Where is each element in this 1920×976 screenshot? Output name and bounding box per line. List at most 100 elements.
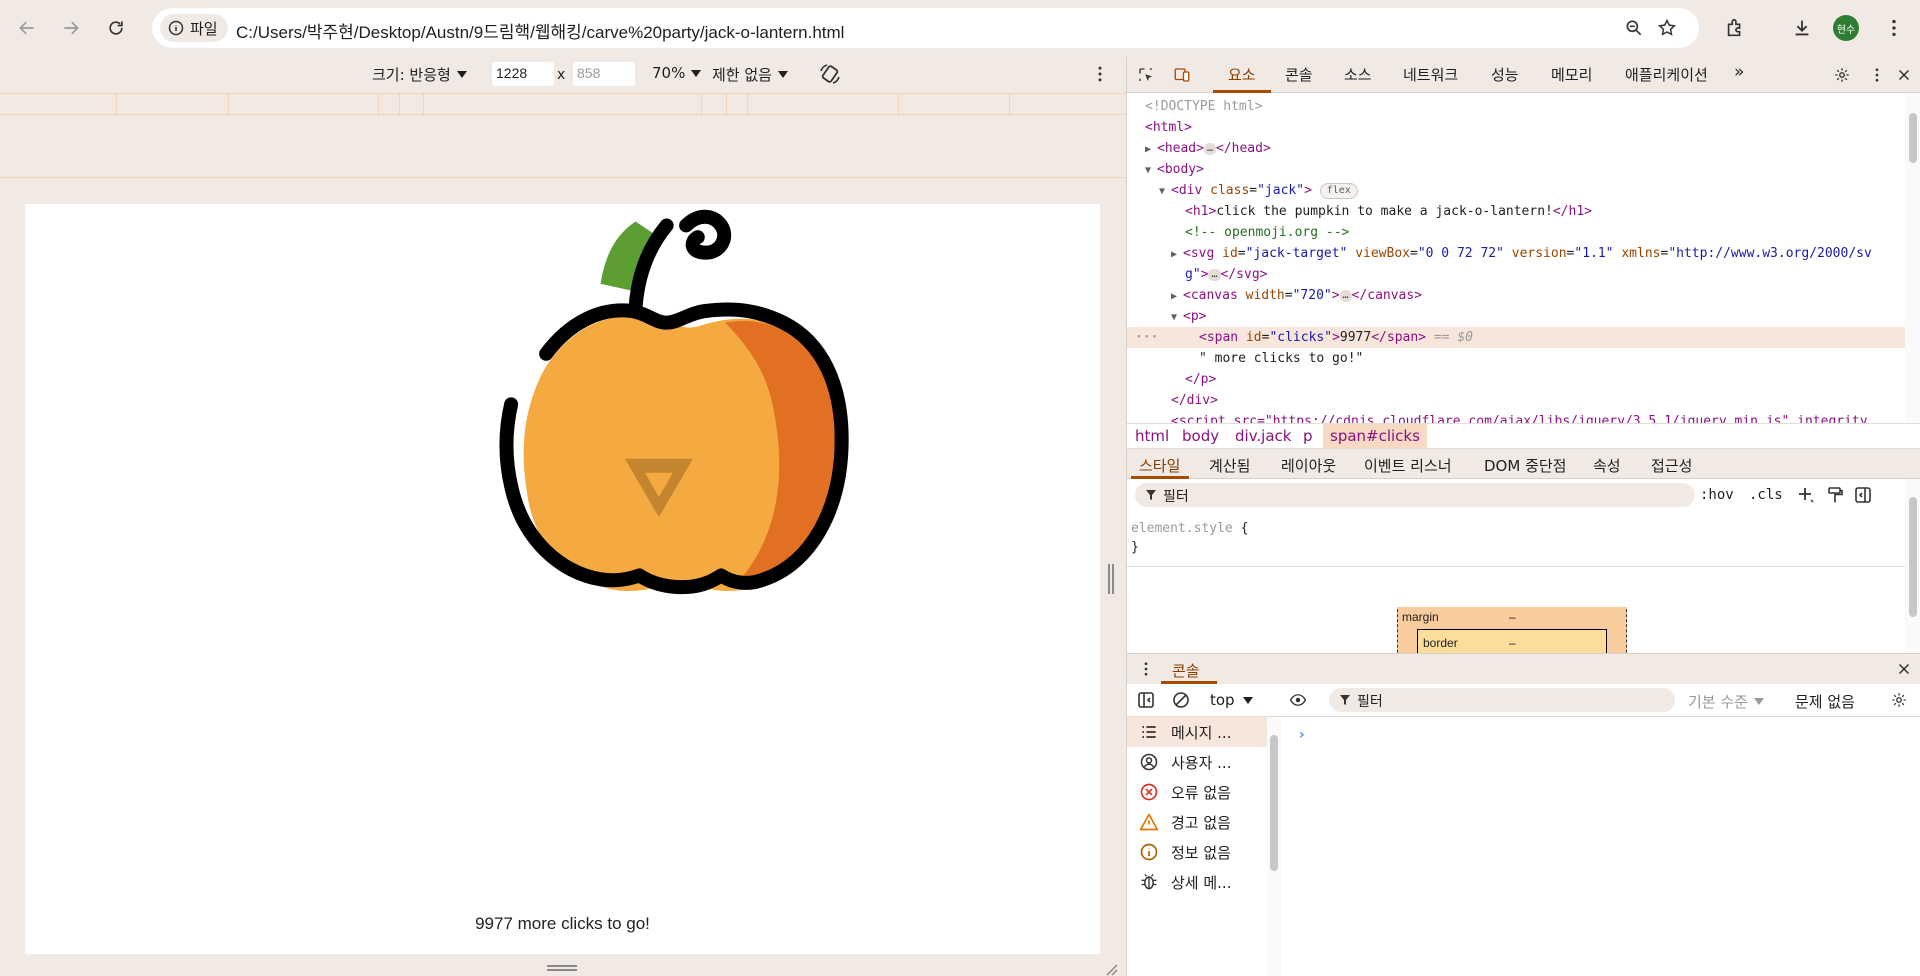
console-sidebar-scrollbar[interactable] bbox=[1267, 717, 1281, 976]
forward-button[interactable] bbox=[53, 10, 89, 46]
styles-scrollbar[interactable] bbox=[1905, 479, 1920, 653]
sidebar-item-user-messages[interactable]: 사용자 ... bbox=[1127, 747, 1267, 777]
throttle-dropdown[interactable]: 제한 없음 bbox=[712, 64, 788, 85]
dom-node-head[interactable]: ▶ <head>… </head> bbox=[1127, 138, 1905, 159]
address-bar[interactable]: 파일 C:/Users/박주현/Desktop/Austn/9드림핵/웹해킹/c… bbox=[152, 8, 1699, 48]
dom-node-canvas[interactable]: ▶ <canvas width="720">… </canvas> bbox=[1127, 285, 1905, 306]
clear-console-button[interactable] bbox=[1170, 689, 1192, 711]
url-text[interactable]: C:/Users/박주현/Desktop/Austn/9드림핵/웹해킹/carv… bbox=[236, 18, 844, 43]
crumb-body[interactable]: body bbox=[1182, 427, 1219, 445]
dom-node-h1[interactable]: <h1>click the pumpkin to make a jack-o-l… bbox=[1127, 201, 1905, 222]
hover-state-toggle[interactable]: :hov bbox=[1700, 487, 1734, 503]
dom-node-div-jack[interactable]: ▼ <div class="jack"> flex bbox=[1127, 180, 1905, 201]
issues-counter[interactable]: 문제 없음 bbox=[1795, 691, 1855, 712]
live-expression-button[interactable] bbox=[1287, 689, 1309, 711]
dom-node-svg-cont[interactable]: g">… </svg> bbox=[1127, 264, 1905, 285]
width-input[interactable]: 1228 bbox=[492, 62, 554, 86]
back-button[interactable] bbox=[9, 10, 45, 46]
tab-accessibility[interactable]: 접근성 bbox=[1651, 455, 1692, 476]
scrollbar-thumb[interactable] bbox=[1909, 113, 1917, 163]
sidebar-item-info[interactable]: 정보 없음 bbox=[1127, 837, 1267, 867]
crumb-span-clicks[interactable]: span#clicks bbox=[1323, 424, 1427, 448]
dom-node-comment[interactable]: <!-- openmoji.org --> bbox=[1127, 222, 1905, 243]
dom-node-html[interactable]: <html> bbox=[1127, 117, 1905, 138]
dom-node-body[interactable]: ▼ <body> bbox=[1127, 159, 1905, 180]
resize-corner-icon[interactable] bbox=[1102, 960, 1118, 976]
scrollbar-thumb[interactable] bbox=[1270, 735, 1278, 871]
dom-node-script[interactable]: <script src="https://cdnjs.cloudflare.co… bbox=[1127, 411, 1905, 423]
resize-handle-bottom[interactable] bbox=[547, 965, 577, 971]
scrollbar-thumb[interactable] bbox=[1909, 497, 1917, 617]
device-toolbar-toggle[interactable] bbox=[1171, 64, 1193, 86]
browser-menu-button[interactable] bbox=[1878, 12, 1910, 44]
tab-event-listeners[interactable]: 이벤트 리스너 bbox=[1364, 455, 1452, 476]
drawer-menu-button[interactable] bbox=[1135, 658, 1157, 680]
media-query-bar[interactable] bbox=[0, 93, 1126, 116]
console-settings-button[interactable] bbox=[1888, 689, 1910, 711]
console-filter-input[interactable]: 필터 bbox=[1329, 688, 1675, 712]
log-level-dropdown[interactable]: 기본 수준 bbox=[1688, 691, 1764, 712]
sidebar-item-warnings[interactable]: 경고 없음 bbox=[1127, 807, 1267, 837]
tab-memory[interactable]: 메모리 bbox=[1551, 64, 1592, 85]
dom-node-p-close[interactable]: </p> bbox=[1127, 369, 1905, 390]
devtools-close-button[interactable] bbox=[1893, 64, 1915, 86]
console-sidebar-toggle[interactable] bbox=[1135, 689, 1157, 711]
expand-triangle-icon[interactable]: ▶ bbox=[1145, 139, 1157, 160]
height-input[interactable]: 858 bbox=[573, 62, 635, 86]
toggle-sidebar-button[interactable] bbox=[1852, 484, 1874, 506]
tab-console[interactable]: 콘솔 bbox=[1285, 64, 1313, 85]
tab-sources[interactable]: 소스 bbox=[1344, 64, 1372, 85]
console-prompt[interactable]: › bbox=[1299, 727, 1305, 743]
zoom-indicator[interactable] bbox=[1622, 16, 1646, 40]
element-state-button[interactable] bbox=[1824, 484, 1846, 506]
node-actions-ellipsis[interactable]: ··· bbox=[1135, 327, 1158, 348]
tab-layout[interactable]: 레이아웃 bbox=[1281, 455, 1336, 476]
drawer-tab-console[interactable]: 콘솔 bbox=[1172, 660, 1200, 681]
tab-performance[interactable]: 성능 bbox=[1491, 64, 1519, 85]
devtools-menu-button[interactable] bbox=[1866, 64, 1888, 86]
tab-properties[interactable]: 속성 bbox=[1593, 455, 1621, 476]
dom-node-svg[interactable]: ▶ <svg id="jack-target" viewBox="0 0 72 7… bbox=[1127, 243, 1905, 264]
context-selector[interactable]: top bbox=[1210, 691, 1253, 709]
resize-handle-right[interactable] bbox=[1108, 564, 1114, 594]
dom-node-doctype[interactable]: <!DOCTYPE html> bbox=[1127, 96, 1905, 117]
collapsed-ellipsis[interactable]: … bbox=[1203, 142, 1216, 155]
collapse-triangle-icon[interactable]: ▼ bbox=[1171, 307, 1183, 328]
more-tabs-button[interactable]: » bbox=[1734, 62, 1744, 82]
dom-node-p[interactable]: ▼ <p> bbox=[1127, 306, 1905, 327]
dom-node-div-close[interactable]: </div> bbox=[1127, 390, 1905, 411]
rotate-button[interactable] bbox=[818, 62, 842, 86]
device-size-dropdown[interactable]: 크기: 반응형 bbox=[372, 64, 467, 85]
element-style-rule[interactable]: element.style { } bbox=[1131, 519, 1248, 557]
class-toggle[interactable]: .cls bbox=[1749, 487, 1783, 503]
crumb-p[interactable]: p bbox=[1303, 427, 1313, 445]
collapsed-ellipsis[interactable]: … bbox=[1208, 268, 1221, 281]
zoom-dropdown[interactable]: 70% bbox=[652, 64, 702, 82]
collapse-triangle-icon[interactable]: ▼ bbox=[1159, 181, 1171, 202]
tab-computed[interactable]: 계산됨 bbox=[1209, 455, 1250, 476]
tab-application[interactable]: 애플리케이션 bbox=[1625, 64, 1708, 85]
collapse-triangle-icon[interactable]: ▼ bbox=[1145, 160, 1157, 181]
extensions-button[interactable] bbox=[1719, 12, 1751, 44]
profile-avatar[interactable]: 현수 bbox=[1833, 15, 1859, 41]
styles-filter-input[interactable]: 필터 bbox=[1135, 483, 1695, 507]
new-style-rule-button[interactable] bbox=[1795, 484, 1817, 506]
dom-node-text[interactable]: " more clicks to go!" bbox=[1127, 348, 1905, 369]
crumb-div-jack[interactable]: div.jack bbox=[1235, 427, 1291, 445]
sidebar-item-messages[interactable]: 메시지 ... bbox=[1127, 717, 1267, 747]
drawer-close-button[interactable] bbox=[1893, 658, 1915, 680]
site-info-chip[interactable]: 파일 bbox=[160, 14, 228, 42]
dom-node-span-clicks[interactable]: ··· <span id="clicks">9977</span> == $0 bbox=[1127, 327, 1905, 348]
collapsed-ellipsis[interactable]: … bbox=[1339, 289, 1352, 302]
expand-triangle-icon[interactable]: ▶ bbox=[1171, 286, 1183, 307]
tab-styles[interactable]: 스타일 bbox=[1139, 455, 1180, 476]
sidebar-item-verbose[interactable]: 상세 메... bbox=[1127, 867, 1267, 897]
bookmark-button[interactable] bbox=[1655, 16, 1679, 40]
downloads-button[interactable] bbox=[1786, 12, 1818, 44]
devtools-settings-button[interactable] bbox=[1831, 64, 1853, 86]
tab-elements[interactable]: 요소 bbox=[1228, 64, 1256, 85]
tab-dom-breakpoints[interactable]: DOM 중단점 bbox=[1484, 455, 1566, 476]
sidebar-item-errors[interactable]: 오류 없음 bbox=[1127, 777, 1267, 807]
expand-triangle-icon[interactable]: ▶ bbox=[1171, 244, 1183, 265]
crumb-html[interactable]: html bbox=[1135, 427, 1169, 445]
